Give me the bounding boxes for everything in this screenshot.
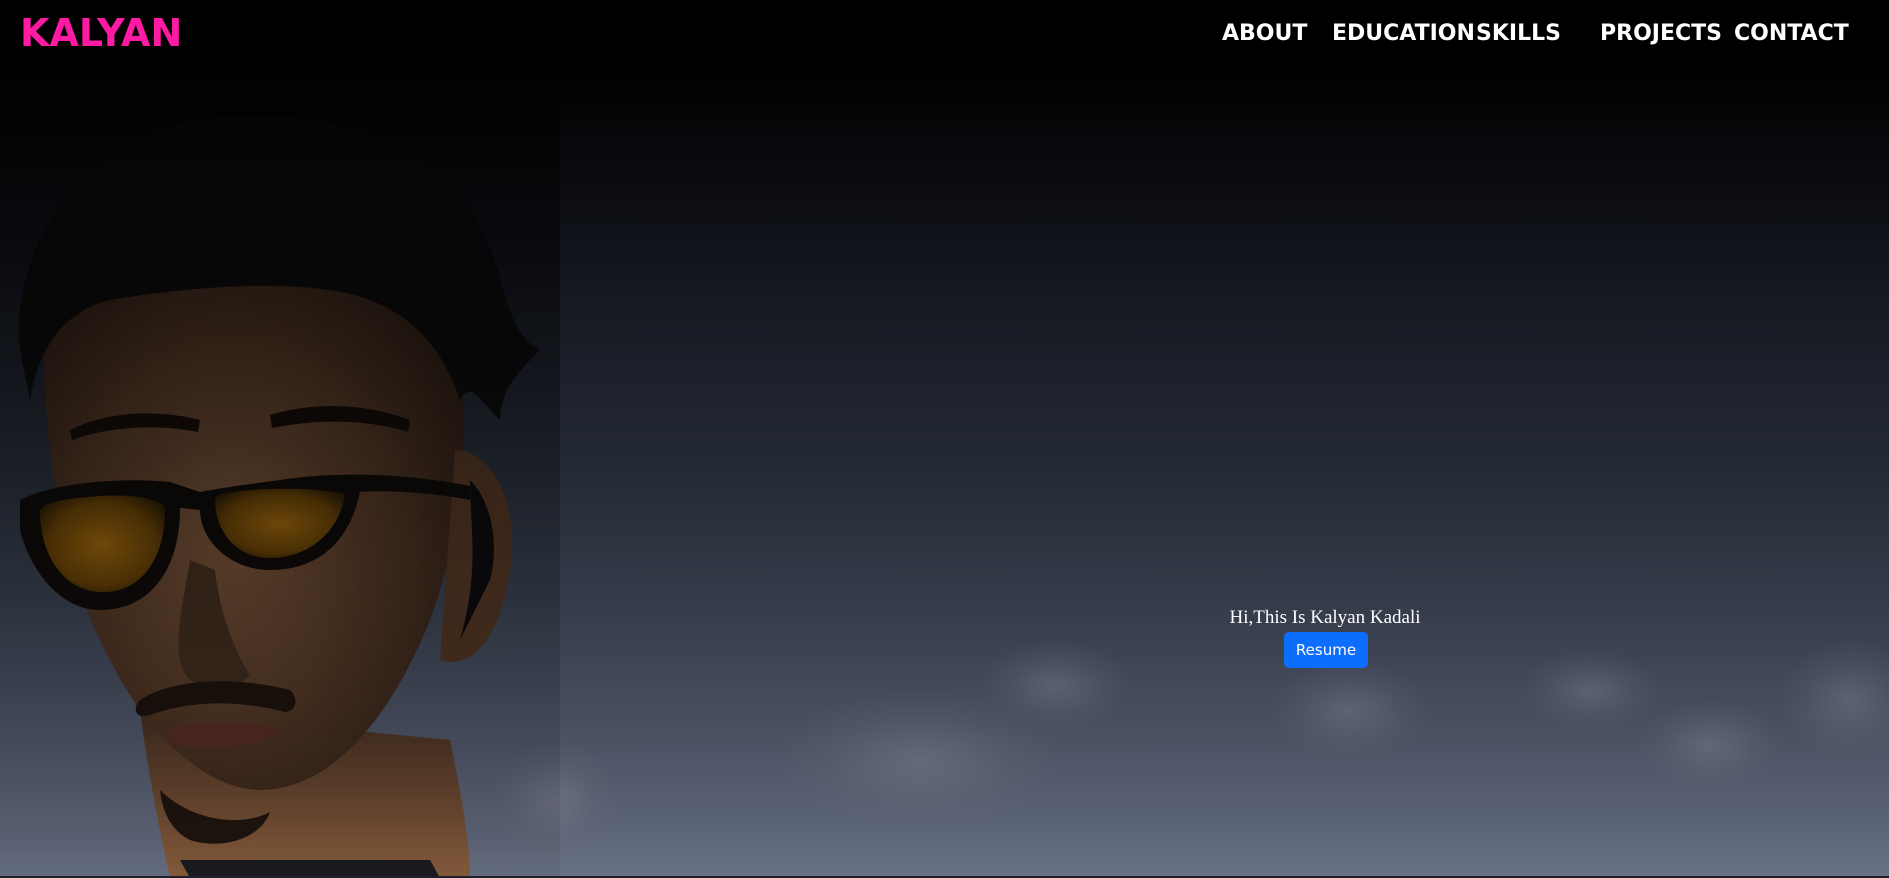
cloud bbox=[980, 640, 1130, 730]
nav-link-contact[interactable]: CONTACT bbox=[1734, 21, 1849, 46]
nav-link-about[interactable]: ABOUT bbox=[1222, 21, 1307, 46]
nav-link-skills[interactable]: SKILLS bbox=[1476, 21, 1561, 46]
cloud bbox=[1640, 700, 1780, 790]
profile-photo bbox=[0, 100, 560, 878]
brand-logo[interactable]: KALYAN bbox=[20, 11, 182, 55]
cloud bbox=[1270, 660, 1430, 760]
cloud bbox=[1520, 650, 1660, 730]
resume-button[interactable]: Resume bbox=[1283, 632, 1369, 668]
nav-link-projects[interactable]: PROJECTS bbox=[1600, 21, 1722, 46]
nav-link-education[interactable]: EDUCATION bbox=[1332, 21, 1475, 46]
navbar: KALYAN ABOUT EDUCATION SKILLS PROJECTS C… bbox=[0, 0, 1889, 66]
hero-content: Hi,This Is Kalyan Kadali Resume bbox=[1226, 604, 1426, 668]
hero-greeting: Hi,This Is Kalyan Kadali bbox=[1229, 607, 1421, 628]
cloud bbox=[1780, 640, 1889, 760]
hero-section: KALYAN ABOUT EDUCATION SKILLS PROJECTS C… bbox=[0, 0, 1889, 878]
